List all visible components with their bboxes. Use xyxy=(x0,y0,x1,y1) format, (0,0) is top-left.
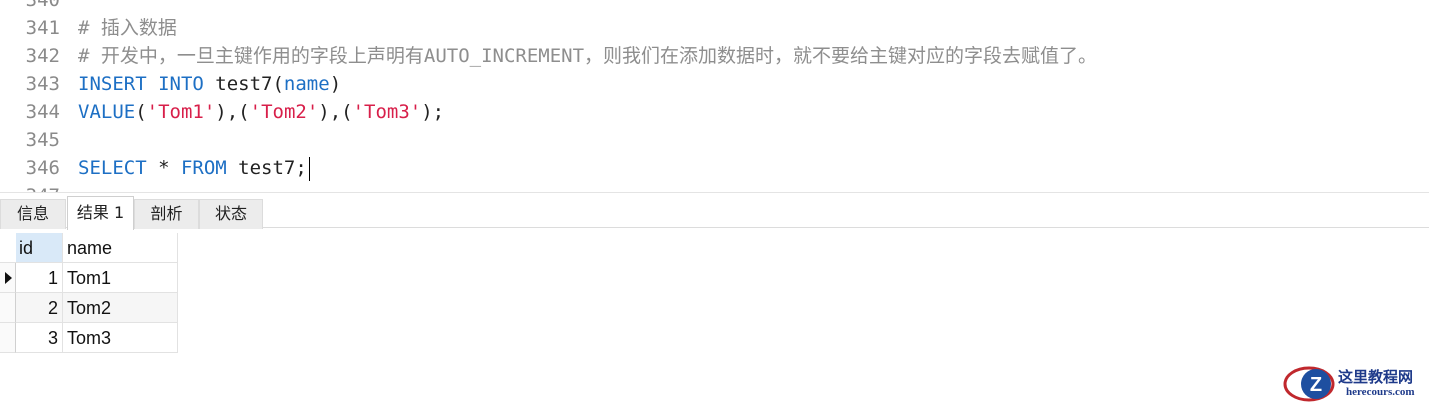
sql-text: ( xyxy=(135,101,147,123)
code-text[interactable]: SELECT * FROM test7; xyxy=(78,154,310,182)
logo-letter: Z xyxy=(1310,374,1322,396)
sql-text: ) xyxy=(329,73,342,95)
line-number: 346 xyxy=(25,157,60,179)
current-row-arrow-icon xyxy=(5,272,12,284)
sql-keyword: INSERT INTO xyxy=(78,73,204,95)
row-marker-header xyxy=(0,233,16,263)
text-caret xyxy=(308,156,310,181)
code-text[interactable]: # 插入数据 xyxy=(78,14,177,42)
sql-string: 'Tom2' xyxy=(249,101,319,123)
code-text[interactable]: VALUE('Tom1'),('Tom2'),('Tom3'); xyxy=(78,98,444,126)
sql-comment: # 开发中，一旦主键作用的字段上声明有AUTO_INCREMENT，则我们在添加… xyxy=(78,45,1098,67)
tab-3[interactable]: 状态 xyxy=(199,199,263,229)
sql-text: test7( xyxy=(203,73,284,95)
row-marker[interactable] xyxy=(0,293,16,323)
code-text[interactable]: # 开发中，一旦主键作用的字段上声明有AUTO_INCREMENT，则我们在添加… xyxy=(78,42,1097,70)
cell-name[interactable]: Tom3 xyxy=(63,323,178,353)
sql-text: ),( xyxy=(318,101,353,123)
table-row[interactable]: 1 Tom1 xyxy=(0,263,178,293)
line-number: 342 xyxy=(25,45,60,67)
sql-keyword: SELECT xyxy=(78,157,147,179)
grid-header-row: id name xyxy=(0,233,178,263)
sql-editor[interactable]: 340 341 # 插入数据 342 # 开发中，一旦主键作用的字段上声明有AUTO_I… xyxy=(0,0,1429,192)
sql-string: 'Tom1' xyxy=(146,101,216,123)
result-tab-bar: 信息 结果 1 剖析 状态 xyxy=(0,192,1429,230)
sql-keyword: VALUE xyxy=(78,101,136,123)
line-number: 344 xyxy=(25,101,60,123)
cell-id[interactable]: 1 xyxy=(16,263,63,293)
tab-1[interactable]: 结果 1 xyxy=(67,196,134,230)
sql-keyword: name xyxy=(283,73,330,95)
tab-2[interactable]: 剖析 xyxy=(134,199,199,229)
cell-id[interactable]: 3 xyxy=(16,323,63,353)
line-number: 345 xyxy=(25,129,60,151)
table-row[interactable]: 2 Tom2 xyxy=(0,293,178,323)
line-number: 341 xyxy=(25,17,60,39)
tab-0[interactable]: 信息 xyxy=(0,199,66,229)
sql-text: ); xyxy=(421,101,445,123)
sql-text: ),( xyxy=(215,101,250,123)
code-text[interactable]: INSERT INTO test7(name) xyxy=(78,70,341,98)
site-logo-icon: Z xyxy=(1283,366,1335,402)
sql-text: test7; xyxy=(226,157,307,179)
cell-id[interactable]: 2 xyxy=(16,293,63,323)
watermark-site-name: 这里教程网 xyxy=(1338,368,1414,386)
cell-name[interactable]: Tom2 xyxy=(63,293,178,323)
sql-string: 'Tom3' xyxy=(352,101,422,123)
sql-text: * xyxy=(146,157,181,179)
line-number: 347 xyxy=(0,182,60,192)
column-header[interactable]: id xyxy=(16,233,63,263)
row-marker[interactable] xyxy=(0,263,16,293)
sql-keyword: FROM xyxy=(180,157,227,179)
table-row[interactable]: 3 Tom3 xyxy=(0,323,178,353)
sql-comment: # 插入数据 xyxy=(78,17,177,39)
line-number: 343 xyxy=(25,73,60,95)
cell-name[interactable]: Tom1 xyxy=(63,263,178,293)
column-header[interactable]: name xyxy=(63,233,178,263)
line-number: 340 xyxy=(25,0,60,11)
watermark: Z 这里教程网 herecours.com xyxy=(1282,362,1429,406)
row-marker[interactable] xyxy=(0,323,16,353)
watermark-domain: herecours.com xyxy=(1346,386,1415,398)
